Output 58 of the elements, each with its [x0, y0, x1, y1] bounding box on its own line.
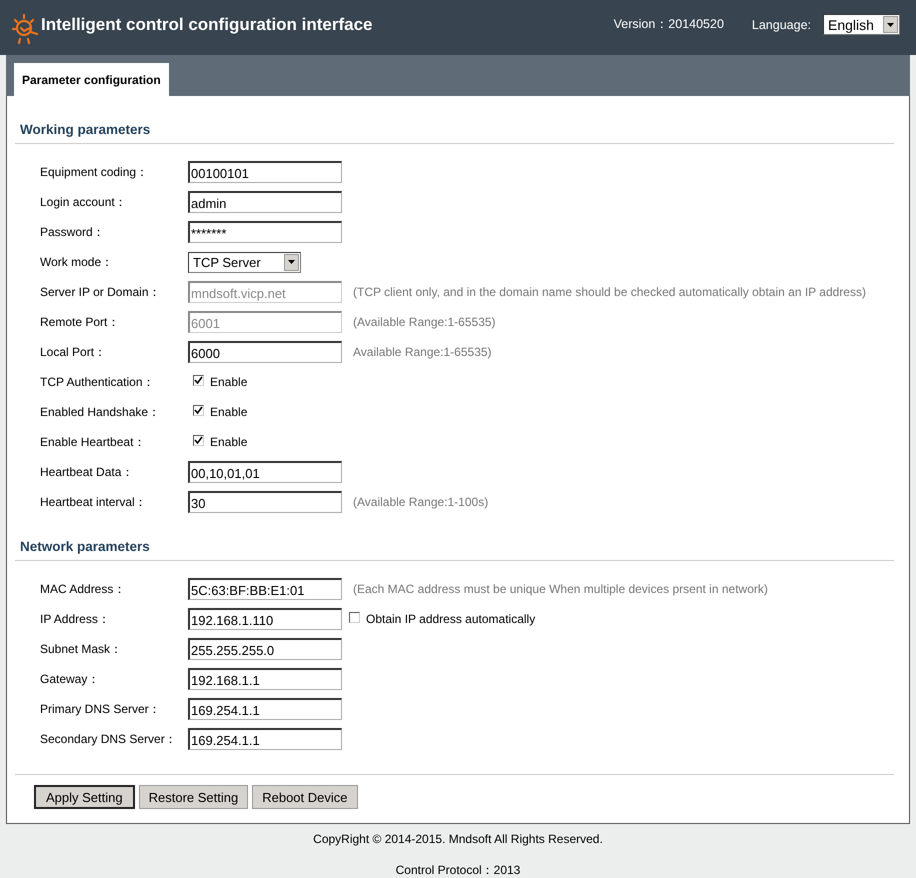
- language-label: Language:: [752, 18, 811, 32]
- section-title: Network parameters: [15, 539, 894, 561]
- field-label: Subnet Mask：: [40, 640, 124, 658]
- field-label: Secondary DNS Server：: [40, 730, 178, 748]
- input-field[interactable]: 5C:63:BF:BB:E1:01: [188, 578, 342, 600]
- input-field[interactable]: 192.168.1.110: [188, 608, 342, 630]
- checkbox[interactable]: [349, 612, 360, 623]
- field-label: Primary DNS Server：: [40, 700, 162, 718]
- tab[interactable]: Parameter configuration: [14, 63, 169, 96]
- select-field[interactable]: TCP Server: [188, 252, 301, 272]
- field-label: Login account：: [40, 194, 128, 210]
- action-button[interactable]: Reboot Device: [252, 785, 358, 809]
- input-field[interactable]: 169.254.1.1: [188, 728, 342, 750]
- hint-text: (Available Range:1-100s): [353, 495, 488, 509]
- field-label: Heartbeat interval：: [40, 494, 148, 510]
- input-field[interactable]: 6000: [188, 341, 342, 363]
- checkbox[interactable]: [193, 375, 204, 386]
- copyright-text: CopyRight © 2014-2015. Mndsoft All Rights Reserved.: [313, 832, 603, 846]
- section-title: Working parameters: [15, 122, 894, 144]
- field-label: Password：: [40, 224, 106, 240]
- checkbox-label: Enable: [210, 375, 248, 389]
- input-field[interactable]: 169.254.1.1: [188, 698, 342, 720]
- field-label: Work mode：: [40, 254, 114, 270]
- input-field[interactable]: 192.168.1.1: [188, 668, 342, 690]
- field-label: Local Port：: [40, 344, 108, 360]
- input-field[interactable]: admin: [188, 191, 342, 213]
- input-field[interactable]: 00100101: [188, 161, 342, 183]
- language-select[interactable]: English: [823, 14, 900, 35]
- field-label: TCP Authentication：: [40, 374, 156, 390]
- field-label: Heartbeat Data：: [40, 464, 134, 480]
- field-label: Remote Port：: [40, 314, 120, 330]
- hint-text: (Available Range:1-65535): [353, 315, 496, 329]
- hint-text: (Each MAC address must be unique When multiple devices prsent in network): [353, 582, 768, 596]
- hint-text: (TCP client only, and in the domain name should be checked automatically obtain an IP address): [353, 285, 866, 299]
- checkbox[interactable]: [193, 405, 204, 416]
- checkbox-label: Enable: [210, 405, 248, 419]
- field-label: Equipment coding：: [40, 164, 150, 180]
- field-label: Enabled Handshake：: [40, 404, 162, 420]
- version-text: Version：20140520: [614, 16, 724, 33]
- field-label: MAC Address：: [40, 580, 126, 598]
- field-label: IP Address：: [40, 610, 111, 628]
- input-field[interactable]: 00,10,01,01: [188, 461, 342, 483]
- checkbox-label: Obtain IP address automatically: [366, 612, 536, 626]
- checkbox[interactable]: [193, 435, 204, 446]
- protocol-text: Control Protocol：2013: [396, 862, 520, 878]
- field-label: Gateway：: [40, 670, 100, 688]
- input-field[interactable]: 30: [188, 491, 342, 513]
- app-title: Intelligent control configuration interface: [41, 14, 373, 34]
- action-button[interactable]: Restore Setting: [138, 785, 248, 809]
- action-button[interactable]: Apply Setting: [34, 785, 135, 809]
- caret-icon: [288, 260, 295, 264]
- hint-text: Available Range:1-65535): [353, 345, 492, 359]
- checkbox-label: Enable: [210, 435, 248, 449]
- input-field[interactable]: 255.255.255.0: [188, 638, 342, 660]
- caret-icon: [887, 22, 894, 26]
- input-field[interactable]: *******: [188, 221, 342, 243]
- field-label: Server IP or Domain：: [40, 284, 162, 300]
- field-label: Enable Heartbeat：: [40, 434, 146, 450]
